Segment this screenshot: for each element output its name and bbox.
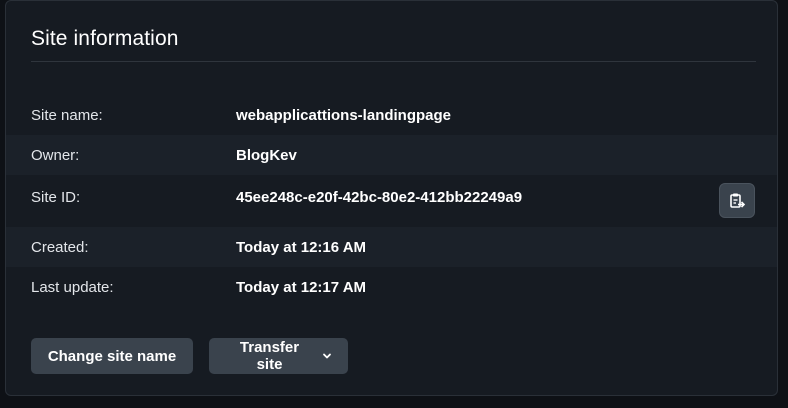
transfer-site-label: Transfer site	[239, 339, 300, 373]
last-update-label: Last update:	[31, 278, 114, 296]
owner-label: Owner:	[31, 146, 80, 164]
owner-value: BlogKev	[236, 146, 297, 164]
site-name-label: Site name:	[31, 106, 103, 124]
row-site-id: Site ID: 45ee248c-e20f-42bc-80e2-412bb22…	[6, 175, 777, 227]
site-information-panel: Site information Site name: webapplicatt…	[5, 0, 778, 396]
row-created: Created: Today at 12:16 AM	[6, 227, 777, 267]
site-name-value: webapplicattions-landingpage	[236, 106, 452, 124]
transfer-site-button[interactable]: Transfer site	[209, 338, 348, 374]
site-id-label: Site ID:	[31, 189, 81, 206]
copy-to-clipboard-icon	[730, 193, 746, 208]
created-label: Created:	[31, 238, 89, 256]
panel-title: Site information	[31, 27, 179, 50]
last-update-value: Today at 12:17 AM	[236, 278, 367, 296]
title-divider	[31, 61, 756, 62]
created-value: Today at 12:16 AM	[236, 238, 367, 256]
row-site-name: Site name: webapplicattions-landingpage	[6, 95, 777, 135]
change-site-name-button[interactable]: Change site name	[31, 338, 193, 374]
change-site-name-label: Change site name	[47, 347, 177, 365]
actions-bar: Change site name Transfer site	[31, 338, 348, 374]
row-last-update: Last update: Today at 12:17 AM	[6, 267, 777, 307]
copy-site-id-button[interactable]	[719, 183, 755, 218]
site-info-list: Site name: webapplicattions-landingpage …	[6, 95, 777, 307]
chevron-down-icon	[322, 351, 332, 361]
site-id-value: 45ee248c-e20f-42bc-80e2-412bb22249a9	[236, 189, 523, 206]
row-owner: Owner: BlogKev	[6, 135, 777, 175]
